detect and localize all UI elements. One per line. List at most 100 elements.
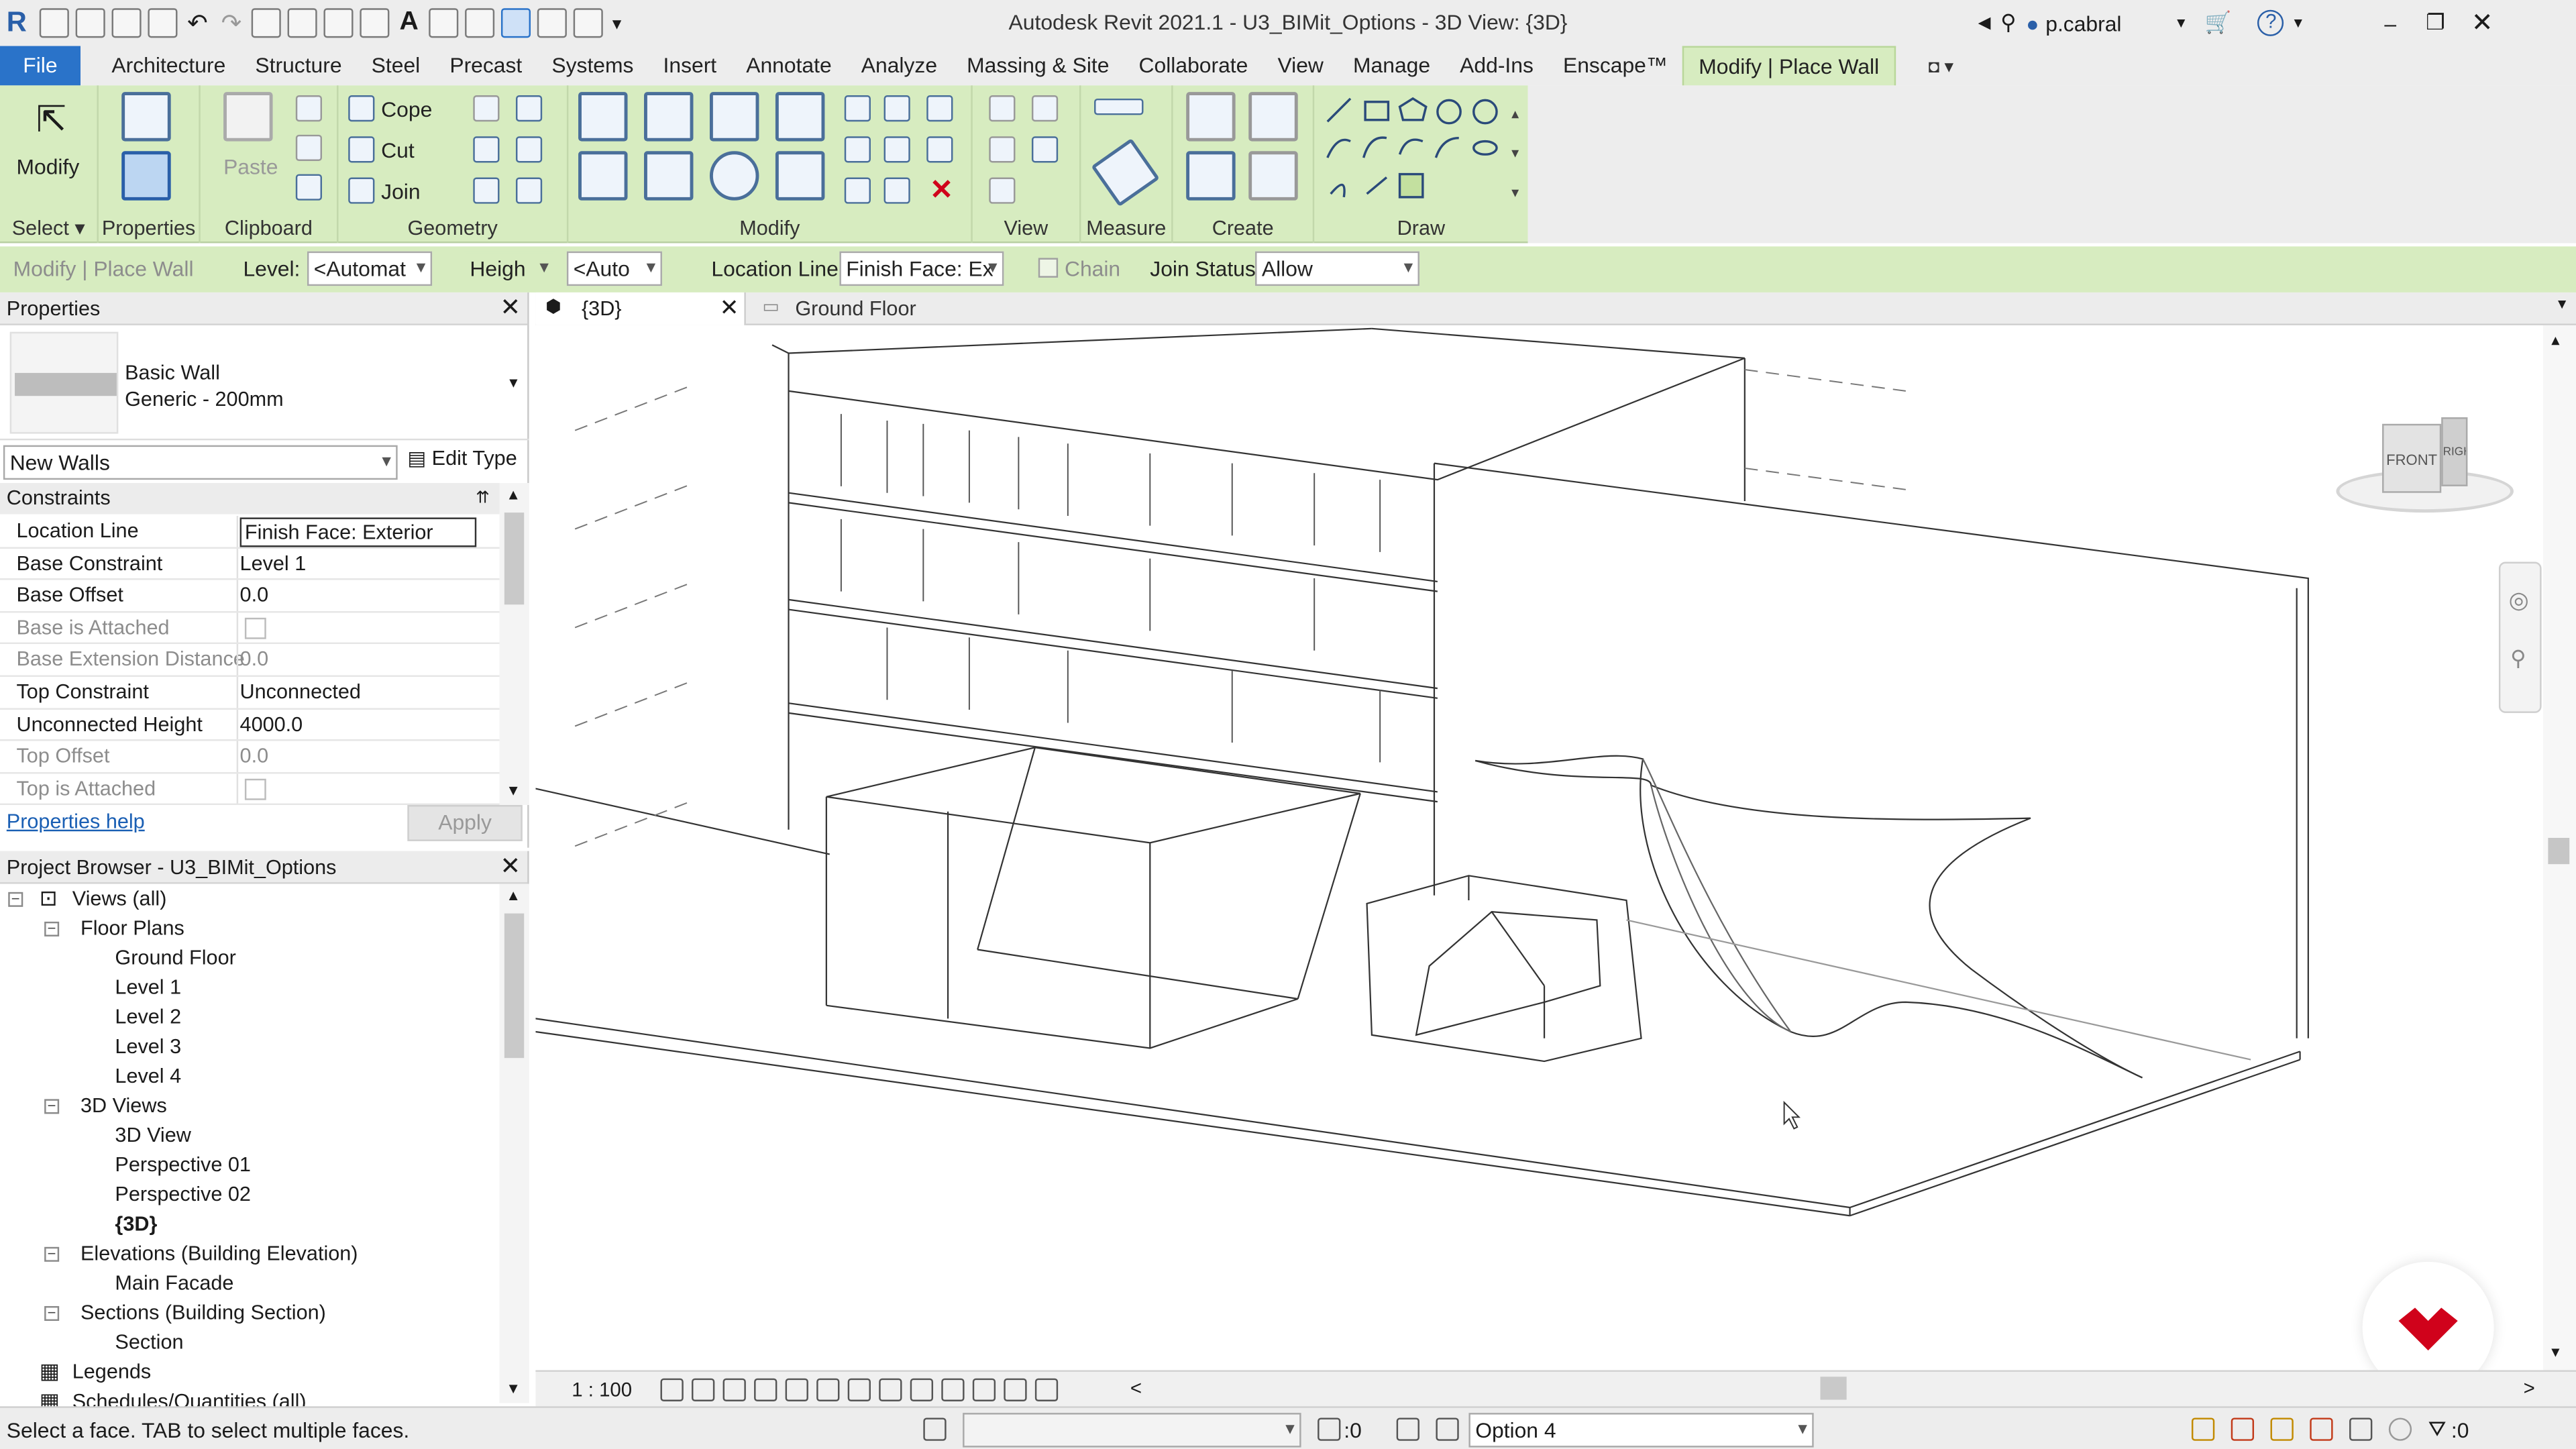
tree-elevations[interactable]: Elevations (Building Elevation) xyxy=(80,1242,358,1265)
scale-icon[interactable] xyxy=(883,136,910,163)
tab-view[interactable]: View xyxy=(1263,46,1338,86)
user-dropdown-icon[interactable]: ▾ xyxy=(2177,14,2185,32)
tab-steel[interactable]: Steel xyxy=(357,46,435,86)
tab-modify-place-wall[interactable]: Modify | Place Wall xyxy=(1682,46,1896,86)
chain-checkbox[interactable] xyxy=(1038,258,1059,278)
override-icon[interactable] xyxy=(1031,95,1059,122)
model-wireframe[interactable] xyxy=(535,325,2543,1371)
split-gap-icon[interactable] xyxy=(883,95,910,122)
offset-icon[interactable] xyxy=(644,92,694,142)
property-value[interactable]: 0.0 xyxy=(240,584,269,606)
rendering-icon[interactable] xyxy=(785,1378,808,1401)
design-options-icon[interactable] xyxy=(1396,1417,1419,1441)
reveal-hidden-icon[interactable] xyxy=(941,1378,965,1401)
cut-button[interactable]: Cut xyxy=(381,138,415,163)
viewport-vertical-scrollbar[interactable]: ▴ ▾ xyxy=(2543,325,2576,1371)
worksharing-icon[interactable] xyxy=(1004,1378,1027,1401)
paint-icon[interactable] xyxy=(515,95,543,122)
section-icon[interactable] xyxy=(464,8,494,38)
tab-3d[interactable]: ⬢ {3D} ✕ xyxy=(535,292,746,325)
instance-filter-dropdown[interactable]: New Walls xyxy=(3,445,398,480)
tab-ground-floor[interactable]: ▭ Ground Floor xyxy=(753,292,966,325)
split-icon[interactable] xyxy=(844,95,871,122)
select-links-icon[interactable] xyxy=(2191,1417,2215,1441)
design-option-dropdown[interactable]: Option 4 xyxy=(1468,1413,1814,1448)
mirror-axis-icon[interactable] xyxy=(709,92,759,142)
property-value[interactable]: 4000.0 xyxy=(240,712,303,735)
tree-3d-views[interactable]: 3D Views xyxy=(80,1094,167,1117)
cut-clip-icon[interactable] xyxy=(295,95,323,122)
zoom-icon[interactable]: ⚲ xyxy=(2510,645,2526,672)
property-value[interactable]: Unconnected xyxy=(240,680,361,703)
cart-icon[interactable]: 🛒 xyxy=(2205,10,2232,36)
tab-precast[interactable]: Precast xyxy=(435,46,537,86)
property-row[interactable]: Location Line Finish Face: Exterior xyxy=(0,515,500,548)
drag-elements-icon[interactable] xyxy=(2349,1417,2373,1441)
open-icon[interactable] xyxy=(75,8,105,38)
halftone-icon[interactable] xyxy=(989,177,1016,204)
close-tab-icon[interactable]: ✕ xyxy=(720,294,739,322)
tree-view-item[interactable]: Main Facade xyxy=(115,1272,233,1295)
join-button[interactable]: Join xyxy=(381,179,420,204)
select-pinned-icon[interactable] xyxy=(2270,1417,2294,1441)
cope-icon[interactable] xyxy=(348,95,375,122)
type-selector[interactable]: Basic Wall Generic - 200mm ▾ xyxy=(0,325,529,441)
measure-distance-icon[interactable] xyxy=(1094,98,1144,115)
tab-massing-site[interactable]: Massing & Site xyxy=(952,46,1124,86)
shadows-icon[interactable] xyxy=(754,1378,777,1401)
properties-help-link[interactable]: Properties help xyxy=(7,810,145,833)
mirror-draw-icon[interactable] xyxy=(775,92,825,142)
move-icon[interactable] xyxy=(578,151,628,201)
tabs-menu-icon[interactable]: ▾ xyxy=(2558,296,2566,314)
tree-view-item[interactable]: Perspective 02 xyxy=(115,1183,251,1205)
tree-floor-plans[interactable]: Floor Plans xyxy=(80,917,184,940)
collapse-toggle-icon[interactable]: − xyxy=(44,1098,60,1114)
3d-viewport[interactable]: FRONT RIGHT ◎ ⚲ xyxy=(535,325,2544,1371)
copy-modify-icon[interactable] xyxy=(644,151,694,201)
property-row[interactable]: Base Constraint Level 1 xyxy=(0,547,500,580)
create-group-icon[interactable] xyxy=(1186,92,1236,142)
unpin-icon[interactable] xyxy=(926,95,953,122)
view-cube-right[interactable]: RIGHT xyxy=(2441,417,2468,486)
text-icon[interactable]: A xyxy=(399,8,418,38)
trim-icon[interactable] xyxy=(775,151,825,201)
save-icon[interactable] xyxy=(111,8,142,38)
rotate-icon[interactable] xyxy=(709,151,759,201)
paste-button[interactable]: Paste xyxy=(223,154,278,179)
paste-icon[interactable] xyxy=(223,92,273,142)
measure-icon[interactable] xyxy=(287,8,318,38)
minimize-icon[interactable]: – xyxy=(2384,11,2396,36)
tree-view-item[interactable]: {3D} xyxy=(115,1212,157,1235)
temp-view-props-icon[interactable] xyxy=(972,1378,996,1401)
location-line-dropdown[interactable]: Finish Face: Ex xyxy=(839,251,1004,286)
cut-icon[interactable] xyxy=(348,136,375,163)
type-dropdown-icon[interactable]: ▾ xyxy=(509,374,517,392)
collapse-icon[interactable]: ⇈ xyxy=(476,483,490,515)
wall-paint-icon[interactable] xyxy=(515,177,543,204)
view-scale[interactable]: 1 : 100 xyxy=(572,1379,632,1401)
create-parts-icon[interactable] xyxy=(1186,151,1236,201)
browser-scrollbar[interactable]: ▲ ▼ xyxy=(499,883,529,1403)
property-row[interactable]: Base is Attached xyxy=(0,612,500,645)
tab-annotate[interactable]: Annotate xyxy=(731,46,847,86)
pin-icon[interactable] xyxy=(926,136,953,163)
steering-wheel-icon[interactable]: ◎ xyxy=(2509,586,2529,614)
trim-multiple-icon[interactable] xyxy=(883,177,910,204)
property-row[interactable]: Base Extension Distance 0.0 xyxy=(0,644,500,677)
view-lines-icon[interactable] xyxy=(1031,136,1059,163)
home-icon[interactable] xyxy=(39,8,69,38)
filter-icon[interactable]: ⛛ xyxy=(2428,1416,2447,1442)
dimension-icon[interactable] xyxy=(323,8,354,38)
align-icon[interactable] xyxy=(578,92,628,142)
tree-view-item[interactable]: Perspective 01 xyxy=(115,1153,251,1176)
tree-view-item[interactable]: Level 1 xyxy=(115,976,181,999)
sync-icon[interactable] xyxy=(148,8,178,38)
revit-logo-icon[interactable]: R xyxy=(7,7,36,40)
binoculars-icon[interactable]: ⚲ xyxy=(2000,10,2016,36)
horizontal-scroll-thumb[interactable] xyxy=(1820,1377,1847,1400)
help-icon[interactable]: ? xyxy=(2257,9,2284,36)
close-browser-icon[interactable]: ✕ xyxy=(500,851,521,884)
tab-architecture[interactable]: Architecture xyxy=(97,46,240,86)
property-value-field[interactable]: Finish Face: Exterior xyxy=(239,517,477,547)
temp-hide-icon[interactable] xyxy=(910,1378,934,1401)
